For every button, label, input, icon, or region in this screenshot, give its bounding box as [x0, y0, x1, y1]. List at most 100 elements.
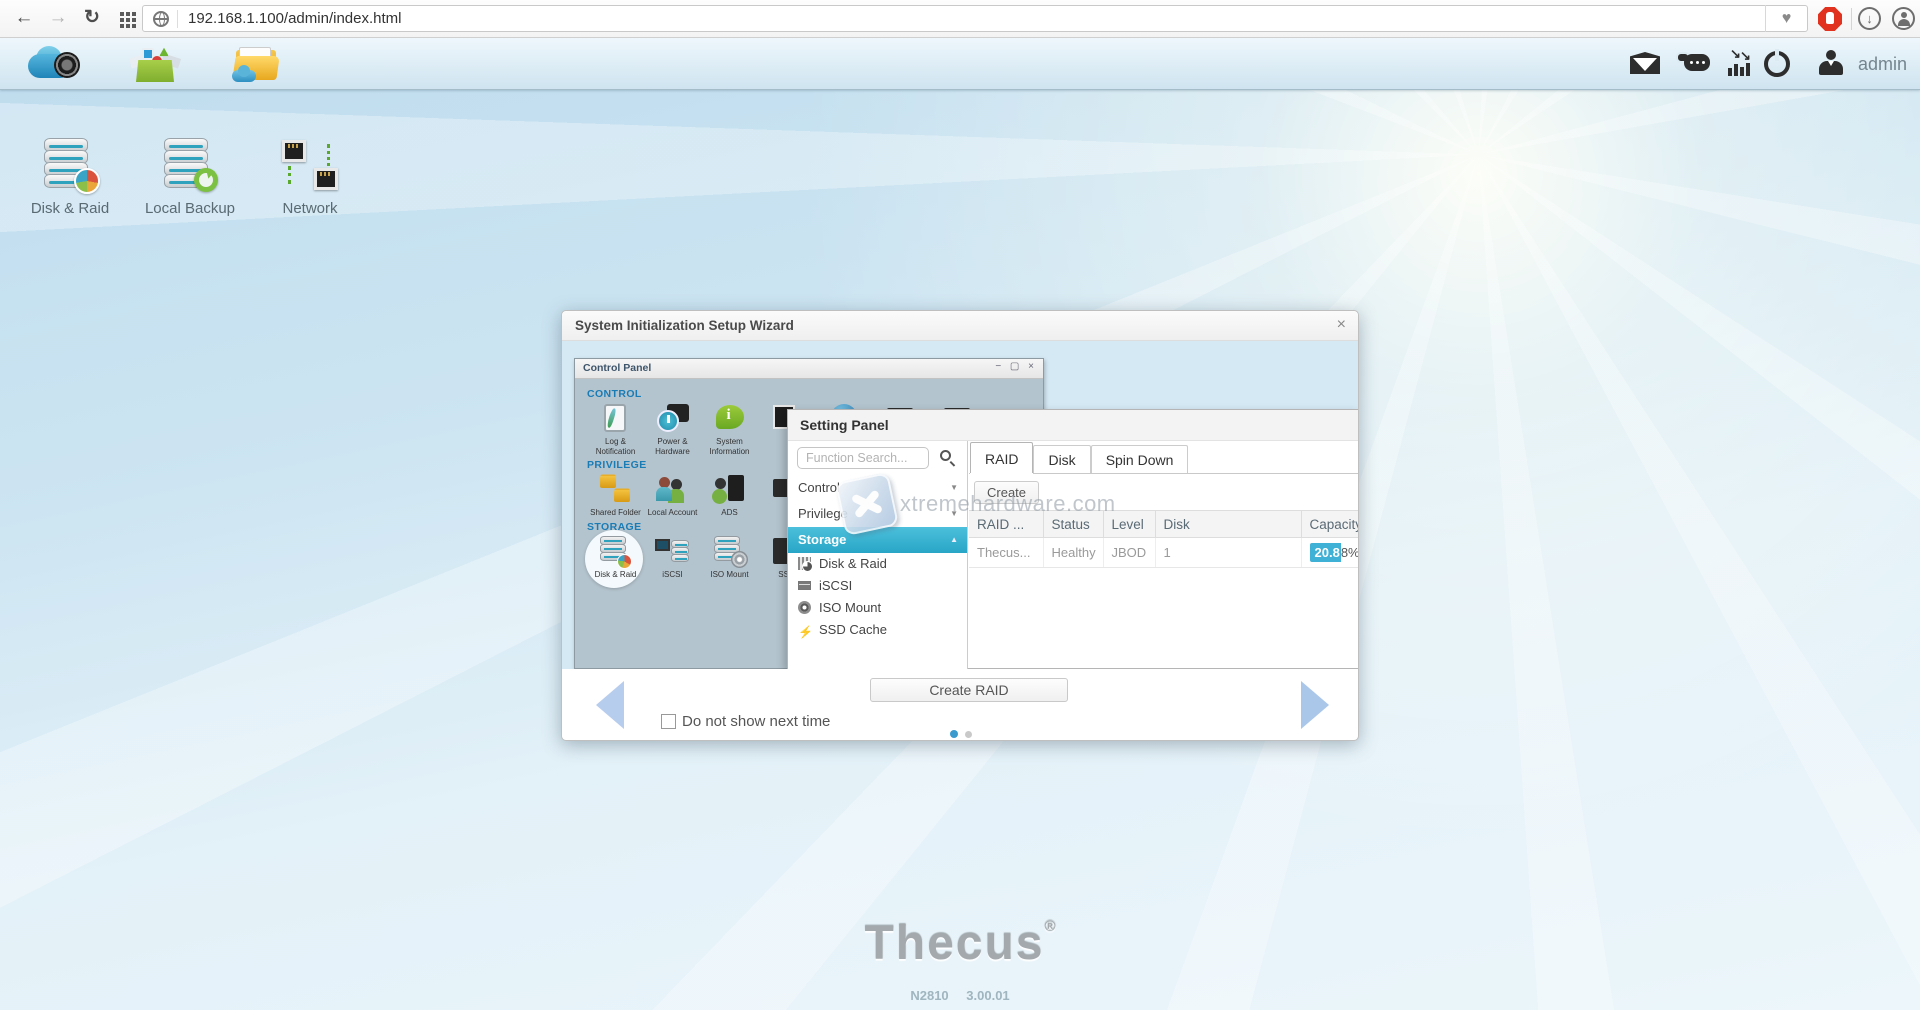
- chevron-down-icon: ▼: [950, 475, 958, 501]
- tab-disk[interactable]: Disk: [1033, 445, 1090, 473]
- menu-label: Control: [798, 480, 840, 495]
- tile-label: ISO Mount: [701, 570, 758, 580]
- section-header-control: CONTROL: [587, 388, 1043, 400]
- menu-item-iso-mount[interactable]: ISO Mount: [788, 597, 967, 619]
- menu-group-control[interactable]: Control ▼: [788, 475, 967, 501]
- mail-icon[interactable]: [1630, 52, 1660, 74]
- shared-folder-icon: [598, 473, 634, 507]
- tile-ads[interactable]: ADS: [701, 473, 758, 518]
- users-icon: [655, 473, 691, 507]
- dont-show-checkbox[interactable]: [661, 714, 676, 729]
- column-raid[interactable]: RAID ...: [969, 511, 1043, 538]
- previous-page-arrow[interactable]: [596, 681, 624, 729]
- page-dot[interactable]: [965, 731, 972, 738]
- box-body: [136, 60, 174, 82]
- desktop-icon-label: Disk & Raid: [12, 200, 128, 217]
- profile-body: [1898, 19, 1910, 26]
- column-capacity[interactable]: Capacity: [1301, 511, 1358, 538]
- dont-show-row[interactable]: Do not show next time: [661, 713, 830, 730]
- tile-iscsi[interactable]: iSCSI: [644, 535, 701, 580]
- profile-head: [1901, 12, 1907, 18]
- arrow-down-icon: ↘: [1740, 48, 1751, 64]
- window-controls[interactable]: − ▢ ×: [995, 361, 1037, 372]
- url-text[interactable]: 192.168.1.100/admin/index.html: [188, 10, 1765, 27]
- monitor-icon: [655, 539, 670, 551]
- cloud-icon: [232, 70, 256, 82]
- power-icon: [657, 410, 679, 432]
- user-icon[interactable]: [1818, 50, 1844, 76]
- desktop-icon-local-backup[interactable]: Local Backup: [132, 138, 248, 217]
- column-status[interactable]: Status: [1043, 511, 1103, 538]
- power-icon[interactable]: [1764, 49, 1792, 77]
- column-level[interactable]: Level: [1103, 511, 1155, 538]
- logged-in-username[interactable]: admin: [1858, 54, 1907, 75]
- column-disk[interactable]: Disk: [1155, 511, 1301, 538]
- browser-apps-grid-icon[interactable]: [112, 4, 140, 32]
- iscsi-icon: [798, 581, 811, 590]
- menu-item-iscsi[interactable]: iSCSI: [788, 575, 967, 597]
- tile-label: Log & Notification: [587, 437, 644, 456]
- adblock-extension-icon[interactable]: [1818, 7, 1842, 31]
- function-search-input[interactable]: [797, 447, 929, 469]
- nas-topbar: ↘ ↘ admin: [0, 38, 1920, 90]
- wizard-screenshot-area: Control Panel − ▢ × CONTROL Log & Notifi…: [562, 341, 1358, 669]
- chat-icon[interactable]: [1676, 52, 1710, 76]
- logo-text: Thecus: [864, 917, 1044, 970]
- menu-group-storage-selected[interactable]: Storage ▲: [788, 527, 967, 553]
- search-row: [788, 441, 967, 475]
- menu-item-disk-raid[interactable]: Disk & Raid: [788, 553, 967, 575]
- create-raid-button[interactable]: Create RAID: [870, 678, 1068, 702]
- browser-profile-icon[interactable]: [1892, 7, 1915, 30]
- search-icon[interactable]: [940, 450, 951, 461]
- menu-group-privilege[interactable]: Privilege ▼: [788, 501, 967, 527]
- tile-label: iSCSI: [644, 570, 701, 580]
- raid-table: RAID ... Status Level Disk Capacity Thec…: [969, 510, 1358, 568]
- desktop-icon-disk-raid[interactable]: Disk & Raid: [12, 138, 128, 217]
- page-dot-active[interactable]: [950, 730, 958, 738]
- table-row[interactable]: Thecus... Healthy JBOD 1 20.8 8%: [969, 538, 1358, 568]
- tile-iso-mount[interactable]: ISO Mount: [701, 535, 758, 580]
- tab-bar: RAID Disk Spin Down: [969, 441, 1358, 474]
- grid-icon: [120, 12, 124, 16]
- file-center-folder-icon[interactable]: [230, 46, 288, 84]
- window-titlebar: Control Panel − ▢ ×: [575, 359, 1043, 379]
- tile-power-hardware[interactable]: Power & Hardware: [644, 402, 701, 456]
- user-body: [1819, 61, 1843, 75]
- app-center-icon[interactable]: [128, 46, 186, 84]
- tile-system-information[interactable]: System Information: [701, 402, 758, 456]
- create-button[interactable]: Create: [974, 481, 1039, 504]
- tile-local-account[interactable]: Local Account: [644, 473, 701, 518]
- tile-shared-folder[interactable]: Shared Folder: [587, 473, 644, 518]
- registered-mark: ®: [1044, 918, 1055, 935]
- capacity-fill: 20.8: [1310, 543, 1341, 562]
- setting-panel-content: RAID Disk Spin Down Create RAID ... Stat…: [969, 441, 1358, 669]
- bar: [1740, 67, 1744, 76]
- tab-raid[interactable]: RAID: [970, 442, 1033, 473]
- dialog-title: System Initialization Setup Wizard: [575, 318, 794, 333]
- resource-monitor-icon[interactable]: ↘ ↘: [1726, 52, 1754, 76]
- cell-level: JBOD: [1103, 538, 1155, 568]
- refresh-icon: [194, 168, 218, 192]
- desktop-icon-network[interactable]: Network: [252, 138, 368, 217]
- firmware-version: 3.00.01: [966, 988, 1009, 1003]
- tile-log-notification[interactable]: Log & Notification: [587, 402, 644, 456]
- chat-bubble: [1684, 54, 1710, 71]
- browser-back-icon[interactable]: ←: [10, 4, 38, 32]
- address-bar[interactable]: 192.168.1.100/admin/index.html ♥: [142, 5, 1808, 32]
- downloads-icon[interactable]: ↓: [1858, 7, 1881, 30]
- menu-label: Storage: [798, 532, 846, 547]
- capacity-progress: 20.8 8%: [1310, 543, 1359, 562]
- next-page-arrow[interactable]: [1301, 681, 1329, 729]
- tab-spin-down[interactable]: Spin Down: [1091, 445, 1189, 473]
- tile-disk-raid-selected[interactable]: Disk & Raid: [587, 535, 644, 580]
- browser-forward-icon[interactable]: →: [44, 4, 72, 32]
- tile-label: System Information: [701, 437, 758, 456]
- desktop-icon-label: Network: [252, 200, 368, 217]
- close-icon[interactable]: ×: [1337, 316, 1346, 334]
- control-panel-cloud-icon[interactable]: [26, 46, 84, 84]
- browser-reload-icon[interactable]: ↻: [78, 4, 106, 32]
- menu-item-ssd-cache[interactable]: ⚡ SSD Cache: [788, 619, 967, 641]
- iso-mount-icon: [798, 601, 811, 614]
- info-bubble-icon: [716, 405, 744, 429]
- bookmark-heart-icon[interactable]: ♥: [1765, 5, 1807, 32]
